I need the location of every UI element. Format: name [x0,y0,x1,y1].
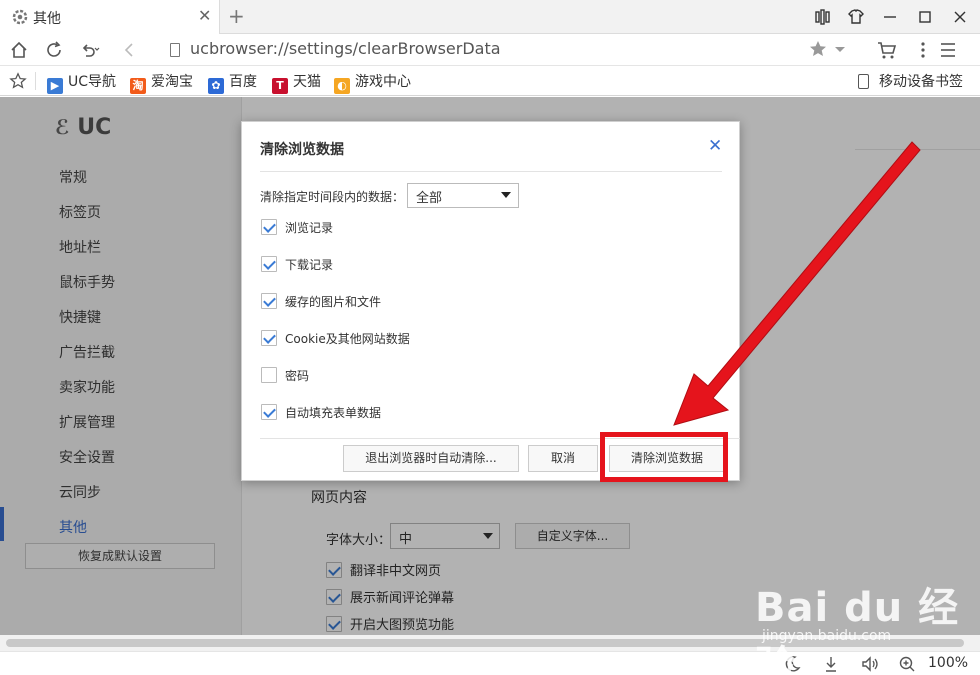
undo-icon[interactable] [78,39,100,61]
page-icon [170,43,180,57]
dialog-divider [260,171,722,172]
maximize-icon[interactable] [915,7,935,27]
close-window-icon[interactable] [950,7,970,27]
url-bar[interactable]: ucbrowser://settings/clearBrowserData [160,38,860,62]
tab-close-icon[interactable]: ✕ [198,6,211,25]
gear-icon [12,9,28,25]
checkbox-label: Cookie及其他网站数据 [285,332,410,346]
checkbox[interactable] [261,330,277,346]
baidu-watermark-url: jingyan.baidu.com [762,628,892,644]
mobile-bookmarks-label: 移动设备书签 [879,74,963,90]
bookmark-baidu[interactable]: ✿ 百度 [208,71,257,94]
uc-squirrel-icon: ◐ [334,78,350,94]
dropdown-arrow-icon [501,192,511,198]
home-icon[interactable] [8,39,30,61]
highlight-box [600,432,728,482]
time-range-value: 全部 [416,191,443,206]
checkbox-label: 下载记录 [285,258,334,272]
checkbox-label: 自动填充表单数据 [285,406,382,420]
uc-nav-icon: ▶ [47,78,63,94]
new-tab-button[interactable]: + [228,4,245,28]
bookmark-star-icon[interactable] [9,72,27,90]
bookmark-label: 爱淘宝 [151,74,193,90]
bookmark-divider [35,72,36,90]
address-bar: ucbrowser://settings/clearBrowserData [0,34,980,66]
checkbox-label: 密码 [285,369,310,383]
cache-checkbox-row[interactable]: 缓存的图片和文件 [261,293,381,310]
reload-icon[interactable] [43,39,65,61]
dialog-title: 清除浏览数据 [260,142,344,158]
star-icon[interactable] [808,39,828,59]
chevron-down-icon[interactable] [834,46,846,54]
tab-title: 其他 [33,11,61,27]
bookmark-label: 百度 [229,74,257,90]
menu-icon[interactable] [938,39,958,61]
bookmark-label: 游戏中心 [355,74,411,90]
cookies-checkbox-row[interactable]: Cookie及其他网站数据 [261,330,410,347]
restore-tabs-icon[interactable] [812,7,832,27]
bookmark-game-center[interactable]: ◐ 游戏中心 [334,71,411,94]
bookmark-uc-nav[interactable]: ▶ UC导航 [47,71,117,94]
mobile-bookmarks[interactable]: 移动设备书签 [858,71,963,91]
checkbox-label: 浏览记录 [285,221,334,235]
back-icon[interactable] [118,39,140,61]
checkbox[interactable] [261,293,277,309]
dialog-close-icon[interactable]: ✕ [708,136,722,156]
checkbox-label: 缓存的图片和文件 [285,295,382,309]
autofill-checkbox-row[interactable]: 自动填充表单数据 [261,404,381,421]
tab-other[interactable]: 其他 ✕ [0,0,220,34]
history-checkbox-row[interactable]: 浏览记录 [261,219,333,236]
time-range-label: 清除指定时间段内的数据： [260,190,405,204]
baidu-watermark: Bai du 经验 [755,585,960,675]
auto-clear-on-exit-button[interactable]: 退出浏览器时自动清除... [343,445,519,472]
clear-data-dialog: 清除浏览数据 ✕ 清除指定时间段内的数据： 全部 浏览记录 下载记录 缓存的图片… [241,121,740,481]
bookmark-tmall[interactable]: T 天猫 [272,71,321,94]
passwords-checkbox-row[interactable]: 密码 [261,367,309,384]
minimize-icon[interactable] [880,7,900,27]
checkbox[interactable] [261,367,277,383]
checkbox[interactable] [261,404,277,420]
time-range-select[interactable]: 全部 [407,183,519,208]
title-bar: 其他 ✕ + [0,0,980,34]
baidu-paw-icon: ✿ [208,78,224,94]
more-vertical-icon[interactable] [916,39,930,61]
taobao-icon: 淘 [130,78,146,94]
tmall-icon: T [272,78,288,94]
phone-icon [858,74,869,89]
bookmark-label: UC导航 [68,74,117,90]
downloads-checkbox-row[interactable]: 下载记录 [261,256,333,273]
cart-icon[interactable] [876,39,898,61]
bookmarks-bar: ▶ UC导航 淘爱淘宝 ✿ 百度 T 天猫 ◐ 游戏中心 移动设备书签 [0,66,980,96]
bookmark-ai-taobao[interactable]: 淘爱淘宝 [130,71,193,94]
checkbox[interactable] [261,256,277,272]
url-text[interactable]: ucbrowser://settings/clearBrowserData [190,39,501,58]
checkbox[interactable] [261,219,277,235]
skin-icon[interactable] [846,7,866,27]
bookmark-label: 天猫 [293,74,321,90]
cancel-button[interactable]: 取消 [528,445,598,472]
